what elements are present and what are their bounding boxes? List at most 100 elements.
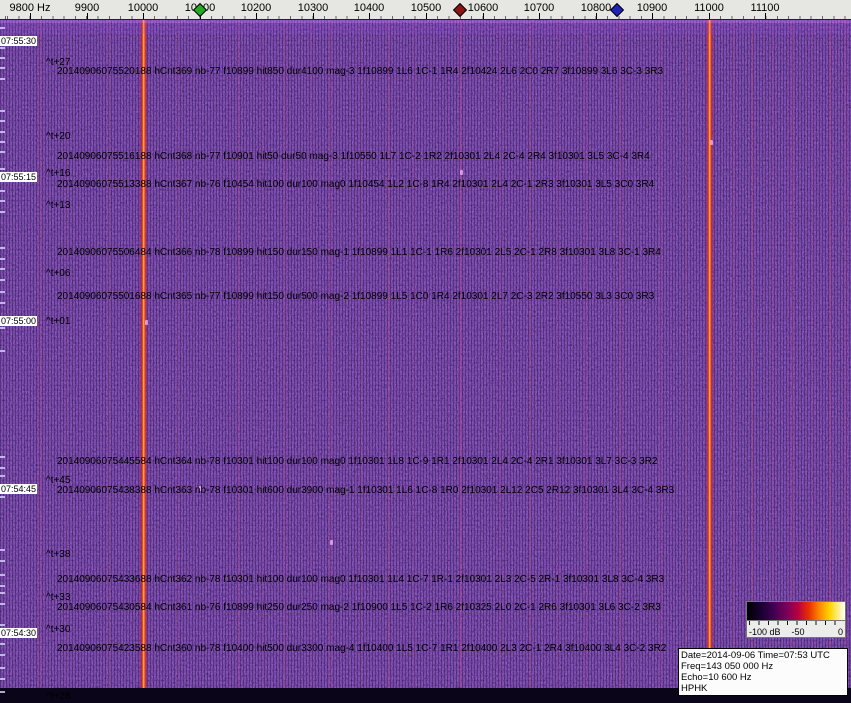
- freq-tick-label: 10600: [467, 2, 499, 14]
- time-tick: [0, 467, 5, 469]
- time-tick: [0, 247, 5, 249]
- color-gradient-bar: [746, 601, 846, 621]
- time-tick: [0, 279, 5, 281]
- spectrogram-waterfall[interactable]: -100 dB -50 0 Date=2014-09-06 Time=07:53…: [0, 20, 851, 703]
- faint-carrier-line: [387, 20, 390, 688]
- time-tick: [0, 120, 5, 122]
- time-tick: [0, 350, 5, 352]
- top-bright-band: [0, 23, 851, 34]
- faint-carrier-line: [584, 20, 587, 688]
- time-tick: [0, 27, 5, 29]
- info-date-time: Date=2014-09-06 Time=07:53 UTC: [681, 650, 830, 661]
- faint-carrier-line: [237, 20, 240, 688]
- time-tick: [0, 667, 5, 669]
- detection-log-line: 20140906075430584 hCnt361 nb-76 f10899 h…: [57, 602, 661, 613]
- detection-log-line: 20140906075506484 hCnt366 nb-78 f10899 h…: [57, 247, 661, 258]
- time-tick: [0, 327, 5, 329]
- faint-carrier-line: [685, 20, 688, 688]
- info-station: HPHK: [681, 683, 708, 694]
- carrier-line: [139, 20, 148, 688]
- time-label: 07:55:30: [0, 36, 38, 46]
- faint-carrier-line: [310, 20, 313, 688]
- time-label: 07:54:30: [0, 628, 38, 638]
- time-tick: [0, 141, 5, 143]
- time-tick: [0, 574, 5, 576]
- faint-carrier-line: [107, 20, 110, 688]
- info-echo: Echo=10 600 Hz: [681, 672, 752, 683]
- time-tick: [0, 456, 5, 458]
- faint-carrier-line: [283, 20, 286, 688]
- time-tick: [0, 151, 5, 153]
- frequency-axis[interactable]: 9800 Hz990010000101001020010300104001050…: [0, 0, 851, 20]
- time-label: 07:54:45: [0, 484, 38, 494]
- time-tick: [0, 67, 5, 69]
- faint-carrier-line: [65, 20, 68, 688]
- time-tick: [0, 475, 5, 477]
- db-max-label: 0: [837, 627, 843, 637]
- detection-log-line: 20140906075501688 hCnt365 nb-77 f10899 h…: [57, 291, 655, 302]
- time-tick: [0, 624, 5, 626]
- time-tick: [0, 643, 5, 645]
- faint-carrier-line: [261, 20, 264, 688]
- detection-log-line: 20140906075516188 hCnt368 nb-77 f10901 h…: [57, 151, 650, 162]
- info-frequency: Freq=143 050 000 Hz: [681, 661, 774, 672]
- detection-log-line: 20140906075438388 hCnt363 nb-78 f10301 h…: [57, 485, 675, 496]
- faint-carrier-line: [732, 20, 735, 688]
- faint-carrier-line: [771, 20, 774, 688]
- faint-carrier-line: [176, 20, 179, 688]
- time-tick: [0, 258, 5, 260]
- time-offset-marker: ^t+20: [46, 131, 71, 142]
- freq-tick-label: 10200: [240, 2, 272, 14]
- echo-ping: [145, 320, 148, 325]
- time-offset-marker: ^t+16: [46, 168, 71, 179]
- time-tick: [0, 168, 5, 170]
- faint-carrier-line: [360, 20, 363, 688]
- echo-ping: [710, 140, 713, 145]
- time-offset-marker: ^t+13: [46, 200, 71, 211]
- freq-tick-label: 10800: [580, 2, 612, 14]
- time-label: 07:55:00: [0, 316, 38, 326]
- detection-log-line: 20140906075433688 hCnt362 nb-78 f10301 h…: [57, 574, 665, 585]
- time-offset-marker: ^t+28: [46, 691, 71, 702]
- faint-carrier-line: [844, 20, 847, 688]
- time-tick: [0, 78, 5, 80]
- time-tick: [0, 268, 5, 270]
- freq-tick-label: 10700: [523, 2, 555, 14]
- db-color-scale: -100 dB -50 0: [746, 601, 846, 638]
- freq-tick-label: 9900: [74, 2, 100, 14]
- time-tick: [0, 654, 5, 656]
- freq-tick-label: 10900: [636, 2, 668, 14]
- time-offset-marker: ^t+06: [46, 268, 71, 279]
- time-tick: [0, 131, 5, 133]
- time-tick: [0, 691, 5, 693]
- time-tick: [0, 560, 5, 562]
- time-offset-marker: ^t+30: [46, 624, 71, 635]
- freq-tick-label: 10500: [410, 2, 442, 14]
- time-tick: [0, 200, 5, 202]
- freq-tick-label: 9800 Hz: [9, 2, 51, 14]
- faint-carrier-line: [499, 20, 502, 688]
- time-tick: [0, 496, 5, 498]
- faint-carrier-line: [329, 20, 332, 688]
- carrier-line: [705, 20, 714, 688]
- faint-carrier-line: [413, 20, 416, 688]
- time-offset-marker: ^t+38: [46, 549, 71, 560]
- blue-marker-icon[interactable]: [609, 2, 625, 18]
- db-min-label: -100 dB: [749, 627, 781, 637]
- detection-log-line: 20140906075423588 hCnt360 nb-78 f10400 h…: [57, 643, 667, 654]
- faint-carrier-line: [829, 20, 832, 688]
- noise-striping-overlay: [0, 20, 851, 703]
- time-tick: [0, 302, 5, 304]
- time-tick: [0, 57, 5, 59]
- time-tick: [0, 603, 5, 605]
- db-scale: -100 dB -50 0: [746, 621, 846, 638]
- faint-carrier-line: [619, 20, 622, 688]
- red-marker-icon[interactable]: [452, 2, 468, 18]
- time-tick: [0, 47, 5, 49]
- spectrogram-app-window: 9800 Hz990010000101001020010300104001050…: [0, 0, 851, 703]
- time-tick: [0, 585, 5, 587]
- faint-carrier-line: [659, 20, 662, 688]
- time-tick: [0, 190, 5, 192]
- time-label: 07:55:15: [0, 172, 38, 182]
- time-tick: [0, 211, 5, 213]
